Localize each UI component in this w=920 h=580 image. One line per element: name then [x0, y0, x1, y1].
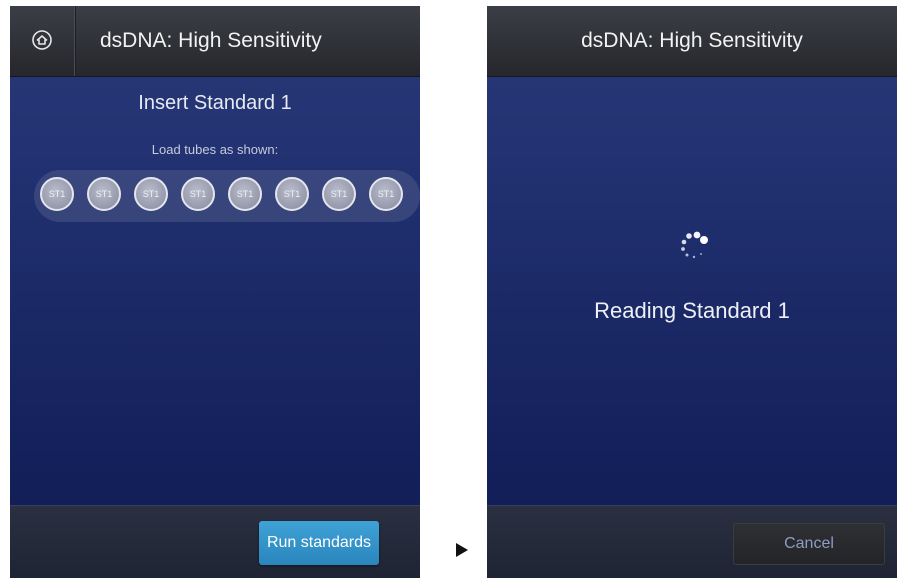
tube-slot: ST1 [134, 177, 168, 211]
insert-standard-screen: dsDNA: High Sensitivity Insert Standard … [10, 6, 420, 578]
tube-slot: ST1 [322, 177, 356, 211]
tube-slot: ST1 [275, 177, 309, 211]
tube-slot: ST1 [87, 177, 121, 211]
footer-bar: Run standards [10, 505, 420, 578]
status-text: Reading Standard 1 [594, 298, 790, 323]
footer-bar: Cancel [487, 505, 897, 578]
cancel-button[interactable]: Cancel [733, 523, 885, 565]
tube-slot: ST1 [228, 177, 262, 211]
home-icon [32, 30, 52, 50]
instruction-title: Insert Standard 1 [138, 92, 292, 114]
tube-tray: ST1 ST1 ST1 ST1 ST1 ST1 ST1 ST1 [34, 170, 420, 222]
header-bar: dsDNA: High Sensitivity [10, 6, 420, 77]
home-button[interactable] [10, 6, 75, 76]
instruction-text: Load tubes as shown: [151, 142, 279, 157]
play-arrow-icon [456, 543, 468, 557]
header-bar: dsDNA: High Sensitivity [487, 6, 897, 77]
page-title: dsDNA: High Sensitivity [100, 29, 322, 52]
tube-slot: ST1 [40, 177, 74, 211]
tube-slot: ST1 [369, 177, 403, 211]
tube-slot: ST1 [181, 177, 215, 211]
loading-spinner-icon [681, 231, 708, 259]
run-standards-button[interactable]: Run standards [259, 521, 379, 565]
page-title: dsDNA: High Sensitivity [581, 29, 803, 52]
reading-standard-screen: dsDNA: High Sensitivity Reading Standard… [487, 6, 897, 578]
